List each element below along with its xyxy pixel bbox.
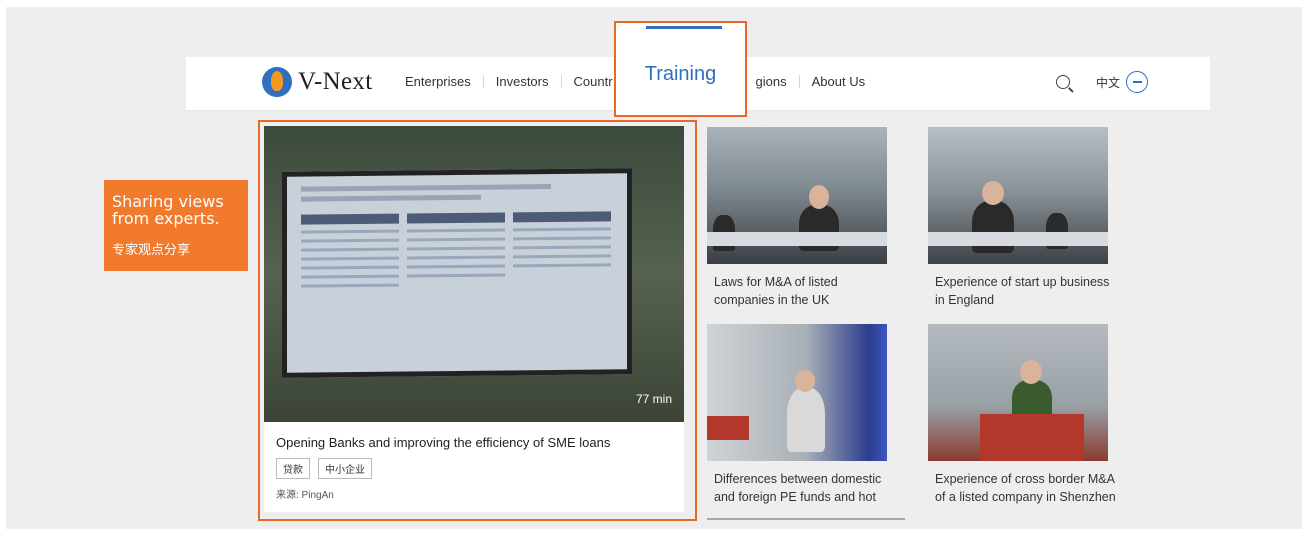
- nav-item-training[interactable]: Training: [616, 63, 745, 86]
- brand-logo[interactable]: V-Next: [262, 67, 372, 97]
- active-tab-indicator: [646, 26, 722, 29]
- course-card[interactable]: Experience of cross border M&A of a liste…: [928, 324, 1116, 506]
- nav-item-about-us[interactable]: About Us: [798, 75, 877, 88]
- experts-callout-badge: Sharing views from experts. 专家观点分享: [104, 180, 248, 271]
- course-caption[interactable]: Differences between domestic and foreign …: [707, 470, 887, 506]
- brand-name: V-Next: [298, 68, 373, 95]
- course-card[interactable]: Experience of start up business in Englan…: [928, 127, 1109, 309]
- course-thumbnail[interactable]: [707, 324, 887, 461]
- presentation-screen-image: [282, 168, 632, 378]
- tag-sme[interactable]: 中小企业: [318, 458, 372, 479]
- search-icon[interactable]: [1055, 75, 1070, 89]
- badge-english-text: Sharing views from experts.: [112, 192, 224, 228]
- nav-item-regions[interactable]: gions: [742, 75, 799, 88]
- source-label: 来源: PingAn: [276, 490, 334, 501]
- video-thumbnail[interactable]: 77 min: [264, 126, 684, 422]
- course-thumbnail[interactable]: [707, 127, 887, 264]
- training-nav-highlight[interactable]: Training: [614, 21, 747, 117]
- nav-item-enterprises[interactable]: Enterprises: [405, 75, 483, 88]
- course-caption[interactable]: Experience of start up business in Englan…: [928, 273, 1109, 309]
- badge-chinese-text: 专家观点分享: [112, 242, 191, 257]
- tag-loans[interactable]: 贷款: [276, 458, 310, 479]
- tag-list: 贷款 中小企业: [276, 458, 372, 479]
- nav-item-investors[interactable]: Investors: [482, 75, 561, 88]
- featured-video-card[interactable]: 77 min Opening Banks and improving the e…: [264, 126, 684, 512]
- course-caption[interactable]: Laws for M&A of listed companies in the U…: [707, 273, 887, 309]
- course-thumbnail[interactable]: [928, 324, 1108, 461]
- featured-title[interactable]: Opening Banks and improving the efficien…: [276, 435, 610, 450]
- video-duration: 77 min: [635, 392, 672, 406]
- minus-circle-icon[interactable]: [1126, 71, 1148, 93]
- flame-logo-icon: [262, 67, 292, 97]
- course-caption[interactable]: Experience of cross border M&A of a liste…: [928, 470, 1116, 506]
- course-card[interactable]: Laws for M&A of listed companies in the U…: [707, 127, 887, 309]
- nav-utilities: 中文: [1055, 71, 1148, 93]
- course-thumbnail[interactable]: [928, 127, 1108, 264]
- language-label[interactable]: 中文: [1096, 74, 1120, 91]
- next-row-peek: [707, 518, 905, 520]
- course-card[interactable]: Differences between domestic and foreign …: [707, 324, 887, 506]
